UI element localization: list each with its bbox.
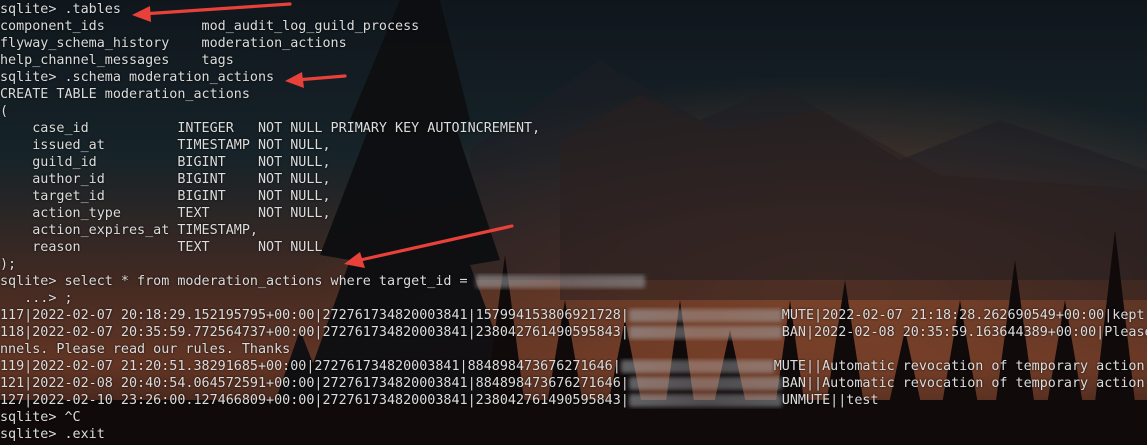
terminal-line: 119|2022-02-07 21:20:51.38291685+00:00|2…	[0, 358, 1147, 375]
terminal-line-text: issued_at TIMESTAMP NOT NULL,	[0, 138, 331, 153]
terminal-line: flyway_schema_history moderation_actions	[0, 35, 1147, 52]
terminal-line: CREATE TABLE moderation_actions	[0, 86, 1147, 103]
terminal-line: 121|2022-02-08 20:40:54.064572591+00:00|…	[0, 375, 1147, 392]
terminal-line: help_channel_messages tags	[0, 52, 1147, 69]
terminal-line-text: reason TEXT NOT NULL	[0, 240, 323, 255]
terminal-line-text: ...> ;	[0, 291, 73, 306]
terminal-line-text: action_expires_at TIMESTAMP,	[0, 223, 258, 238]
terminal-line: (	[0, 103, 1147, 120]
terminal-line-tail: UNMUTE||test	[781, 393, 879, 408]
terminal-line: guild_id BIGINT NOT NULL,	[0, 154, 1147, 171]
terminal-line: sqlite> select * from moderation_actions…	[0, 273, 1147, 290]
terminal-line-text: sqlite> .tables	[0, 2, 121, 17]
redacted-value	[620, 359, 774, 373]
terminal-line: case_id INTEGER NOT NULL PRIMARY KEY AUT…	[0, 120, 1147, 137]
terminal-line: reason TEXT NOT NULL	[0, 239, 1147, 256]
terminal-line-text: sqlite> ^C	[0, 410, 81, 425]
terminal-line-text: flyway_schema_history moderation_actions	[0, 36, 347, 51]
terminal-line-text: case_id INTEGER NOT NULL PRIMARY KEY AUT…	[0, 121, 541, 136]
redacted-value	[628, 393, 782, 407]
terminal-line: 127|2022-02-10 23:26:00.127466809+00:00|…	[0, 392, 1147, 409]
terminal-line-tail: MUTE||Automatic revocation of temporary …	[773, 359, 1147, 374]
terminal-line: sqlite> .exit	[0, 426, 1147, 443]
terminal-line-text: );	[0, 257, 17, 272]
terminal-line-text: (	[0, 104, 9, 119]
redacted-value	[628, 376, 782, 390]
terminal-line-text: 127|2022-02-10 23:26:00.127466809+00:00|…	[0, 393, 629, 408]
terminal-line-text: sqlite> select * from moderation_actions…	[0, 274, 476, 289]
terminal-line: action_type TEXT NOT NULL,	[0, 205, 1147, 222]
terminal-line: sqlite> .tables	[0, 1, 1147, 18]
terminal-line-text: 117|2022-02-07 20:18:29.152195795+00:00|…	[0, 308, 629, 323]
terminal-line-tail: MUTE|2022-02-07 21:18:28.262690549+00:00…	[781, 308, 1147, 323]
terminal-line: );	[0, 256, 1147, 273]
terminal-line: nnels. Please read our rules. Thanks	[0, 341, 1147, 358]
terminal-line-text: component_ids mod_audit_log_guild_proces…	[0, 19, 420, 34]
terminal-line-tail: BAN||Automatic revocation of temporary a…	[781, 376, 1147, 391]
terminal-line: author_id BIGINT NOT NULL,	[0, 171, 1147, 188]
terminal-line: sqlite> ^C	[0, 409, 1147, 426]
redacted-value	[628, 325, 782, 339]
terminal-window[interactable]: sqlite> .tables component_ids mod_audit_l…	[0, 0, 1147, 445]
terminal-line-text: sqlite> .exit	[0, 427, 105, 442]
terminal-line-text: help_channel_messages tags	[0, 53, 234, 68]
redacted-value	[475, 274, 645, 288]
redacted-value	[628, 308, 782, 322]
terminal-line-text: target_id BIGINT NOT NULL,	[0, 189, 331, 204]
terminal-line: 118|2022-02-07 20:35:59.772564737+00:00|…	[0, 324, 1147, 341]
terminal-line-text: sqlite> .schema moderation_actions	[0, 70, 275, 85]
terminal-line-text: CREATE TABLE moderation_actions	[0, 87, 250, 102]
terminal-line-text: 121|2022-02-08 20:40:54.064572591+00:00|…	[0, 376, 629, 391]
terminal-line: sqlite> .schema moderation_actions	[0, 69, 1147, 86]
terminal-line: component_ids mod_audit_log_guild_proces…	[0, 18, 1147, 35]
terminal-line-text: author_id BIGINT NOT NULL,	[0, 172, 331, 187]
terminal-line: issued_at TIMESTAMP NOT NULL,	[0, 137, 1147, 154]
terminal-line-tail: BAN|2022-02-08 20:35:59.163644389+00:00|…	[781, 325, 1147, 340]
terminal-line-text: 119|2022-02-07 21:20:51.38291685+00:00|2…	[0, 359, 621, 374]
terminal-line-text: 118|2022-02-07 20:35:59.772564737+00:00|…	[0, 325, 629, 340]
terminal-line: ...> ;	[0, 290, 1147, 307]
terminal-line-text: guild_id BIGINT NOT NULL,	[0, 155, 331, 170]
terminal-line: 117|2022-02-07 20:18:29.152195795+00:00|…	[0, 307, 1147, 324]
terminal-line: target_id BIGINT NOT NULL,	[0, 188, 1147, 205]
terminal-line-text: action_type TEXT NOT NULL,	[0, 206, 331, 221]
terminal-line-text: nnels. Please read our rules. Thanks	[0, 342, 291, 357]
terminal-line: action_expires_at TIMESTAMP,	[0, 222, 1147, 239]
